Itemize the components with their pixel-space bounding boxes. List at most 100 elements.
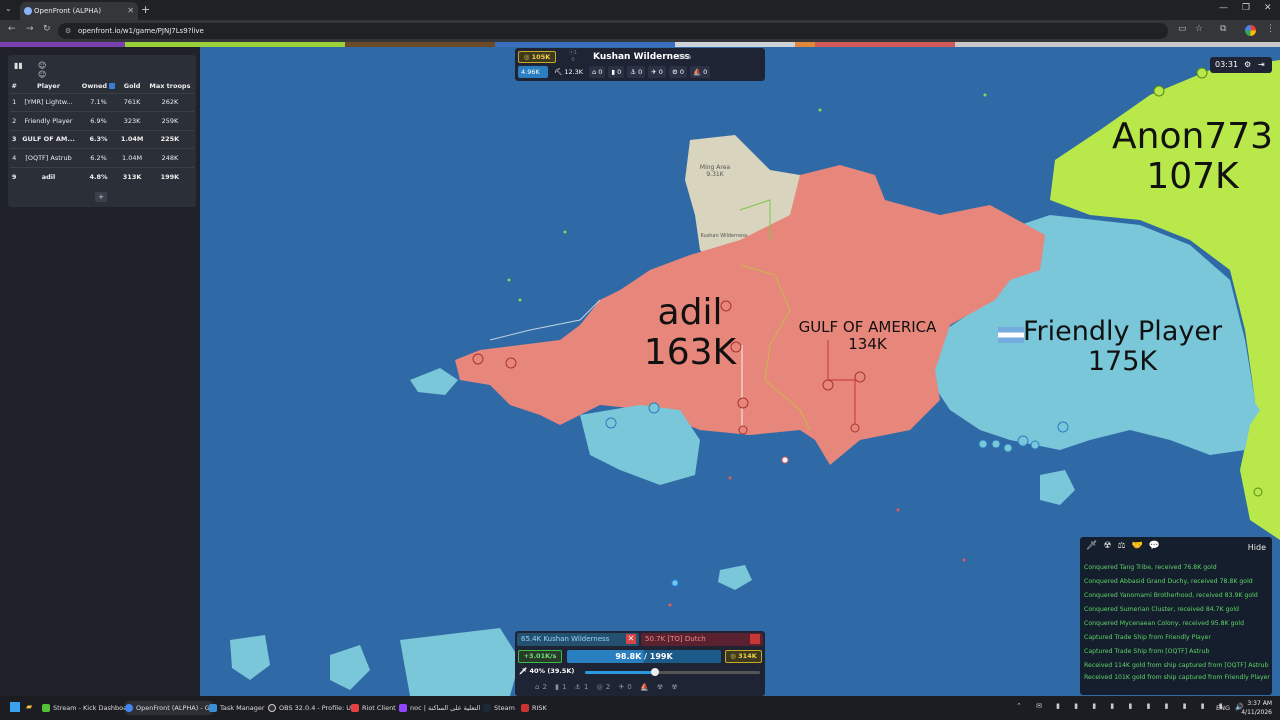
cast-icon[interactable]: ▭ <box>1178 24 1187 34</box>
back-icon[interactable]: ← <box>8 24 16 34</box>
event-item: Received 114K gold from ship captured fr… <box>1084 662 1269 669</box>
menu-icon[interactable]: ⋮ <box>1266 24 1275 34</box>
bookmark-star-icon[interactable]: ☆ <box>1195 24 1203 34</box>
reload-icon[interactable]: ↻ <box>43 24 51 34</box>
max-troops: 199K <box>145 166 194 186</box>
leaderboard-header: # Player Owned Gold Max troops <box>10 79 194 93</box>
url-text: openfront.io/w1/game/PJNJ7Ls9?live <box>78 27 204 35</box>
leaderboard-row-self[interactable]: 9 adil 4.8% 313K 199K <box>10 166 194 186</box>
sam-count: ⚙ 0 <box>668 66 687 78</box>
exit-icon[interactable]: ⇥ <box>1258 57 1265 73</box>
minimize-icon[interactable]: — <box>1219 3 1228 13</box>
taskbar-item[interactable]: RISK <box>521 701 547 715</box>
max-troops: 259K <box>145 111 194 130</box>
rank: 9 <box>10 166 19 186</box>
leaderboard-expand-button[interactable]: + <box>95 192 107 202</box>
trade-filter-icon[interactable]: ⚖ <box>1118 541 1132 551</box>
build-menu[interactable]: ⌂2 ▮1 ⚓1 ◎2 ✈0 ⛵ ☢ ☢ <box>535 683 681 691</box>
max-troops: 262K <box>145 92 194 112</box>
tab-search-icon[interactable]: ⌄ <box>5 4 12 13</box>
event-filters: 🗡☢⚖🤝💬 <box>1086 541 1166 551</box>
team-icon[interactable]: ☺☺ <box>38 61 50 79</box>
target-type: Tribe <box>677 54 692 61</box>
hover-info-bar: ◎ 105K ⓧ1 0 Kushan Wilderness Tribe 4.96K… <box>515 48 765 81</box>
target-workers: ⛏ 12.3K <box>554 68 584 76</box>
warship-count: ⛵ 0 <box>689 66 711 78</box>
event-item: Conquered Tang Tribe, received 76.8K gol… <box>1084 564 1217 571</box>
alliance-filter-icon[interactable]: 🤝 <box>1132 541 1149 551</box>
target-small-stats: ⓧ1 0 <box>569 50 578 63</box>
gold: 1.04M <box>118 148 146 167</box>
outgoing-attack[interactable]: 65.4K Kushan Wilderness ✕ <box>517 633 639 646</box>
clock-date: 4/11/2026 <box>1241 709 1272 716</box>
target-name: Kushan Wilderness <box>593 52 690 62</box>
browser-tabstrip: ⌄ OpenFront (ALPHA) ✕ + — ❐ ✕ <box>0 0 1280 20</box>
taskbar-item-active[interactable]: OpenFront (ALPHA) - Gc <box>125 701 214 715</box>
tab-favicon-icon <box>24 7 32 15</box>
leaderboard-row[interactable]: 4 [OQTF] Astrub 6.2% 1.04M 248K <box>10 148 194 167</box>
attack-ratio-slider[interactable] <box>585 668 760 676</box>
leaderboard-row[interactable]: 2 Friendly Player 6.9% 323K 259K <box>10 111 194 130</box>
leaderboard-row[interactable]: 1 [YMR] Lightw... 7.1% 761K 262K <box>10 92 194 112</box>
chat-filter-icon[interactable]: 💬 <box>1149 541 1166 551</box>
settings-gear-icon[interactable]: ⚙ <box>1244 57 1251 73</box>
incoming-attack-icon <box>750 634 760 644</box>
owned: 6.2% <box>78 148 119 167</box>
gold: 761K <box>118 92 146 112</box>
bar-chart-icon[interactable]: ▮▮ <box>14 61 26 71</box>
col-rank[interactable]: # <box>10 79 18 93</box>
gulf-name: GULF OF AMERICA <box>798 318 937 336</box>
nuke-filter-icon[interactable]: ☢ <box>1103 541 1117 551</box>
gulf-troops: 134K <box>848 334 887 353</box>
taskbar-clock[interactable]: 3:37 AM 4/11/2026 <box>1241 699 1272 717</box>
event-item: Captured Trade Ship from [OQTF] Astrub <box>1084 648 1210 655</box>
event-item: Conquered Abbasid Grand Duchy, received … <box>1084 578 1253 585</box>
gold: 1.04M <box>118 129 146 149</box>
tab-title: OpenFront (ALPHA) <box>34 7 102 15</box>
slider-knob[interactable] <box>651 668 659 676</box>
col-player[interactable]: Player <box>18 79 78 93</box>
forward-icon[interactable]: → <box>26 24 34 34</box>
extensions-icon[interactable]: ⧉ <box>1220 24 1226 34</box>
hide-events-button[interactable]: Hide <box>1248 543 1266 552</box>
event-item: Conquered Sumerian Cluster, received 84.… <box>1084 606 1239 613</box>
taskbar-item[interactable]: Riot Client <box>351 701 396 715</box>
col-gold[interactable]: Gold <box>118 79 145 93</box>
clock-time: 3:37 AM <box>1247 700 1272 707</box>
player-name: [YMR] Lightw... <box>18 92 79 112</box>
argentina-flag-icon <box>998 327 1024 343</box>
rank: 1 <box>10 92 19 112</box>
col-owned[interactable]: Owned <box>79 79 119 93</box>
file-explorer-icon[interactable]: ▰ <box>26 702 32 711</box>
taskbar-item[interactable]: Steam <box>483 701 515 715</box>
profile-avatar[interactable] <box>1245 25 1256 36</box>
cancel-attack-icon[interactable]: ✕ <box>626 634 636 644</box>
incoming-attack[interactable]: 50.7K [TO] Dutch <box>641 633 763 646</box>
start-icon[interactable] <box>10 702 20 712</box>
taskbar-item[interactable]: Stream - Kick Dashboar <box>42 701 130 715</box>
timer-text: 03:31 <box>1215 60 1239 69</box>
troop-rate: +3.01K/s <box>518 650 562 663</box>
owned: 6.3% <box>78 129 119 149</box>
tab-close-icon[interactable]: ✕ <box>127 2 134 20</box>
site-info-icon[interactable]: ⚙ <box>65 23 71 39</box>
address-bar[interactable]: ⚙ openfront.io/w1/game/PJNJ7Ls9?live <box>58 23 1168 39</box>
maximize-icon[interactable]: ❐ <box>1242 3 1250 13</box>
taskbar-item[interactable]: OBS 32.0.4 - Profile: Unt <box>268 701 358 715</box>
new-tab-button[interactable]: + <box>141 3 150 16</box>
event-item: Captured Trade Ship from Friendly Player <box>1084 634 1211 641</box>
language-indicator[interactable]: ENG <box>1216 704 1230 712</box>
max-troops: 225K <box>145 129 194 149</box>
close-window-icon[interactable]: ✕ <box>1264 3 1272 13</box>
attack-filter-icon[interactable]: 🗡 <box>1086 541 1103 551</box>
taskbar-item[interactable]: Task Manager <box>209 701 265 715</box>
col-max-troops[interactable]: Max troops <box>146 79 194 93</box>
player-name: adil <box>18 166 79 186</box>
system-tray-icons[interactable]: ⌃ ✉ ▮ ▮ ▮ ▮ ▮ ▮ ▮ ▮ ▮ ▮ <box>1016 702 1229 710</box>
friendly-label: Friendly Player 175K <box>1020 317 1225 376</box>
taskbar-item[interactable]: noc | التعلية على الساكنة <box>399 701 480 715</box>
player-name: GULF OF AM... <box>18 129 79 149</box>
browser-tab[interactable]: OpenFront (ALPHA) ✕ <box>20 2 138 20</box>
owned: 7.1% <box>78 92 119 112</box>
leaderboard-row[interactable]: 3 GULF OF AM... 6.3% 1.04M 225K <box>10 129 194 149</box>
